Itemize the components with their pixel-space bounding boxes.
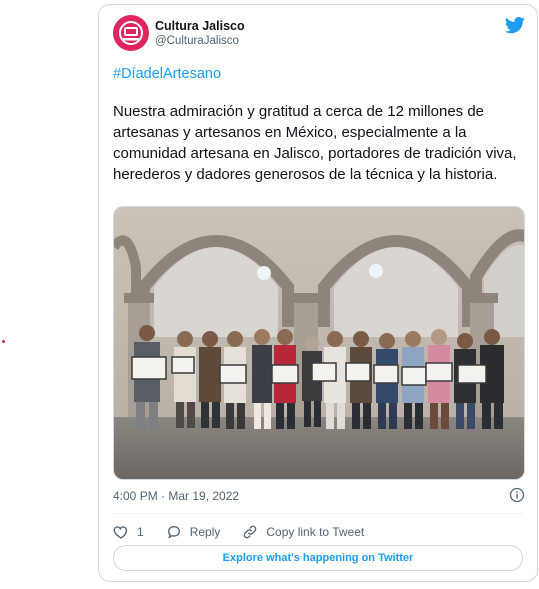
copy-link-label: Copy link to Tweet (266, 525, 365, 539)
reply-label: Reply (189, 525, 221, 539)
tweet-timestamp[interactable]: 4:00 PM · Mar 19, 2022 (113, 489, 239, 503)
author-handle[interactable]: @CulturaJalisco (155, 34, 245, 49)
divider (113, 513, 523, 514)
hashtag-link[interactable]: #DíadelArtesano (113, 66, 221, 82)
twitter-bird-icon[interactable] (505, 15, 525, 35)
reply-button[interactable]: Reply (166, 524, 221, 540)
embedded-tweet-card: Cultura Jalisco @CulturaJalisco #DíadelA… (98, 4, 538, 582)
like-count: 1 (137, 525, 144, 539)
avatar[interactable] (113, 15, 149, 51)
avatar-logo-icon (119, 21, 143, 45)
info-icon[interactable] (509, 487, 525, 503)
like-button[interactable]: 1 (113, 524, 144, 540)
explore-button[interactable]: Explore what's happening on Twitter (113, 545, 523, 571)
reply-bubble-icon (167, 525, 180, 539)
copy-link-button[interactable]: Copy link to Tweet (242, 524, 364, 540)
tweet-text: Nuestra admiración y gratitud a cerca de… (113, 103, 517, 183)
stray-dot (2, 340, 5, 343)
tweet-header: Cultura Jalisco @CulturaJalisco (113, 15, 525, 55)
author-name[interactable]: Cultura Jalisco (155, 19, 245, 34)
heart-icon (113, 526, 128, 539)
artisans-group-photo (114, 207, 524, 479)
link-icon (244, 525, 257, 539)
author-block[interactable]: Cultura Jalisco @CulturaJalisco (155, 19, 245, 49)
tweet-actions: 1 Reply Copy link to Tweet (113, 521, 386, 543)
tweet-photo[interactable] (113, 206, 525, 480)
